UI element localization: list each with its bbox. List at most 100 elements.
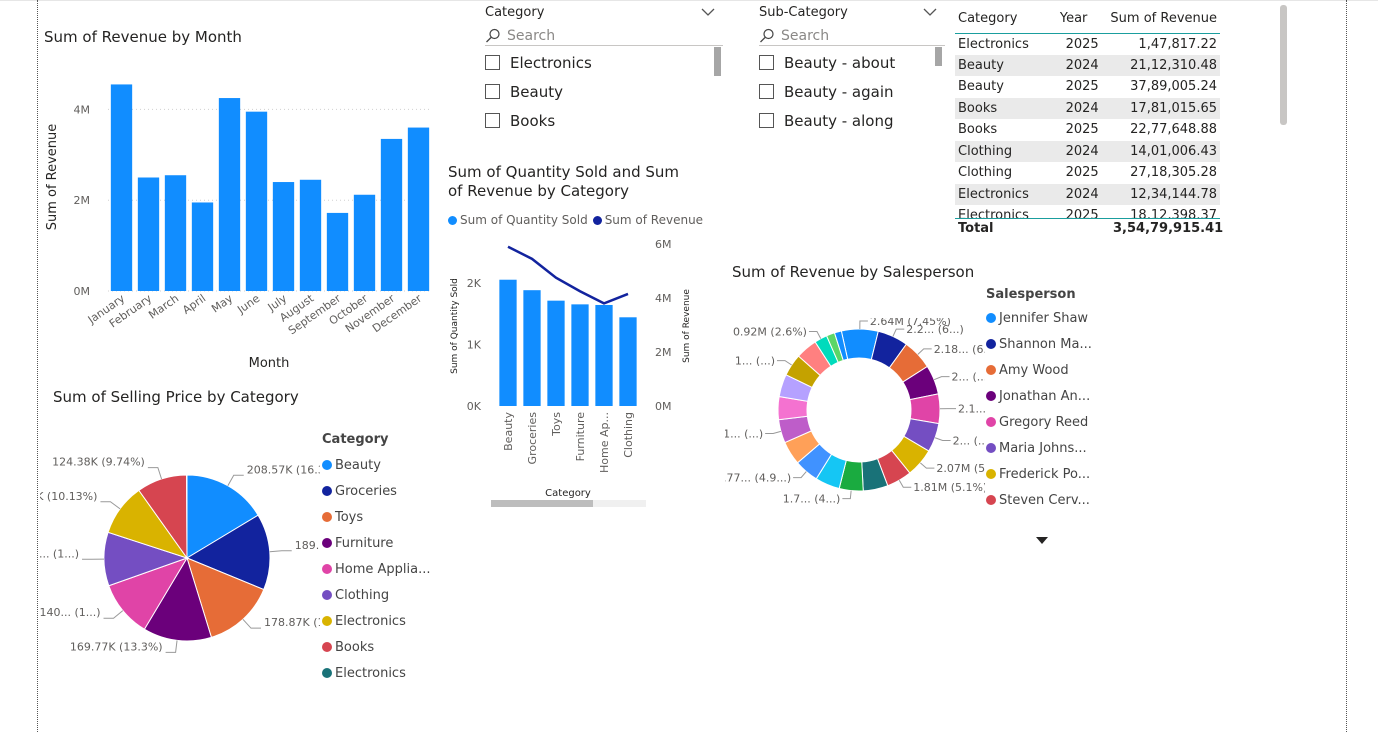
matrix-cell-year: 2025 [1065,122,1099,138]
matrix-header-category[interactable]: Category [955,5,1057,33]
slice-label: 189... (14...) [295,539,320,552]
subcategory-item[interactable]: Beauty - about [759,48,895,77]
legend-item[interactable]: Clothing [322,582,431,608]
category-slicer[interactable]: Category Search Electronics Beauty Books [475,3,723,133]
salesperson-donut[interactable]: 2.64M (7.45%)2.2... (6...)2.18... (6...)… [725,318,985,523]
y-right-tick: 0M [655,400,672,413]
legend-item[interactable]: Jonathan An... [986,383,1092,409]
chevron-down-icon[interactable] [923,7,937,17]
bar-july[interactable] [272,182,295,291]
search-icon [486,28,500,43]
combo-bar[interactable] [595,304,613,406]
matrix-cell-category: Clothing [958,143,1013,159]
legend-label: Groceries [335,483,397,499]
matrix-row[interactable]: Books 2025 22,77,648.88 [955,119,1220,141]
y-tick-label: 4M [74,103,91,116]
legend-item[interactable]: Home Applia... [322,556,431,582]
bar-april[interactable] [191,202,214,291]
matrix-row[interactable]: Beauty 2024 21,12,310.48 [955,54,1220,76]
matrix-cell-category: Electronics [958,36,1029,52]
subcategory-item[interactable]: Beauty - along [759,106,895,135]
bar-december[interactable] [407,127,430,291]
matrix-row[interactable]: Electronics 2024 12,34,144.78 [955,183,1220,205]
category-slicer-scrollbar[interactable] [714,47,721,76]
matrix-row[interactable]: Clothing 2024 14,01,006.43 [955,140,1220,162]
bar-september[interactable] [326,212,349,291]
matrix-header-revenue[interactable]: Sum of Revenue [1107,5,1220,33]
subcategory-search-input[interactable]: Search [759,27,945,46]
category-item-books[interactable]: Books [485,106,592,135]
bar-march[interactable] [164,175,187,291]
bar-october[interactable] [353,194,376,291]
legend-item[interactable]: Toys [322,504,431,530]
combo-bar[interactable] [499,279,517,406]
category-item-label: Books [510,111,556,130]
checkbox[interactable] [759,84,774,99]
legend-item[interactable]: Electronics [322,660,431,686]
bar-january[interactable] [110,84,133,292]
bar-november[interactable] [380,138,403,291]
combo-bar[interactable] [571,304,589,406]
chevron-down-icon[interactable] [701,7,715,17]
legend-dot [448,215,457,225]
matrix-scrollbar[interactable] [1280,5,1287,125]
salesperson-legend: Salesperson Jennifer Shaw Shannon Ma... Am… [986,287,1092,513]
y-left-tick: 2K [467,277,482,290]
legend-item[interactable]: Beauty [322,452,431,478]
matrix-header-year[interactable]: Year [1057,5,1108,33]
matrix-row[interactable]: Electronics 2025 18,12,398.37 [955,205,1220,218]
legend-dot [986,417,996,427]
checkbox[interactable] [759,55,774,70]
legend-item[interactable]: Furniture [322,530,431,556]
bar-august[interactable] [299,179,322,291]
leader-line [103,610,124,619]
legend-item[interactable]: Electronics [322,608,431,634]
checkbox[interactable] [485,84,500,99]
combo-bar[interactable] [523,290,541,406]
category-item-electronics[interactable]: Electronics [485,48,592,77]
category-item-beauty[interactable]: Beauty [485,77,592,106]
revenue-by-month-chart[interactable]: Sum of Revenue Month 0M2M4M JanuaryFebru… [40,50,440,375]
slice-label: 124.38K (9.74%) [52,456,145,469]
matrix-row[interactable]: Electronics 2025 1,47,817.22 [955,33,1220,55]
leader-line [892,328,905,337]
matrix-row[interactable]: Books 2024 17,81,015.65 [955,97,1220,119]
combo-bar[interactable] [547,300,565,406]
month-xlabel: Month [249,356,290,371]
legend-item[interactable]: Maria Johns... [986,435,1092,461]
combo-bar[interactable] [619,317,637,406]
legend-item[interactable]: Steven Cerv... [986,487,1092,513]
subcategory-slicer-scrollbar[interactable] [935,47,942,66]
legend-label: Maria Johns... [999,440,1087,456]
legend-item[interactable]: Gregory Reed [986,409,1092,435]
matrix-cell-category: Books [958,122,998,138]
matrix-row[interactable]: Beauty 2025 37,89,005.24 [955,76,1220,98]
checkbox[interactable] [485,55,500,70]
legend-item[interactable]: Shannon Ma... [986,331,1092,357]
bar-february[interactable] [137,177,160,292]
checkbox[interactable] [485,113,500,128]
selling-price-pie[interactable]: 208.57K (16.34%) 189... (14...) 178.87K (1… [40,440,320,680]
legend-dot [986,365,996,375]
matrix-cell-category: Beauty [958,79,1004,95]
legend-item[interactable]: Groceries [322,478,431,504]
combo-chart[interactable]: Sum of Quantity Sold Sum of Revenue Cate… [445,232,705,512]
bar-may[interactable] [218,98,241,291]
matrix-row[interactable]: Clothing 2025 27,18,305.28 [955,162,1220,184]
x-tick-label: Beauty [502,412,515,451]
subcategory-item[interactable]: Beauty - again [759,77,895,106]
revenue-matrix[interactable]: Category Year Sum of Revenue Electronics… [955,5,1223,245]
combo-scrollbar-thumb[interactable] [491,500,593,507]
y-right-tick: 2M [655,346,672,359]
legend-item[interactable]: Jennifer Shaw [986,305,1092,331]
legend-label: Jonathan An... [999,388,1091,404]
legend-item[interactable]: Amy Wood [986,357,1092,383]
legend-item[interactable]: Books [322,634,431,660]
subcategory-slicer[interactable]: Sub-Category Search Beauty - about Beaut… [749,3,945,133]
bar-june[interactable] [245,111,268,291]
checkbox[interactable] [759,113,774,128]
legend-label: Clothing [335,587,390,603]
caret-down-icon[interactable] [1036,537,1048,545]
legend-item[interactable]: Frederick Po... [986,461,1092,487]
category-search-input[interactable]: Search [485,27,723,46]
